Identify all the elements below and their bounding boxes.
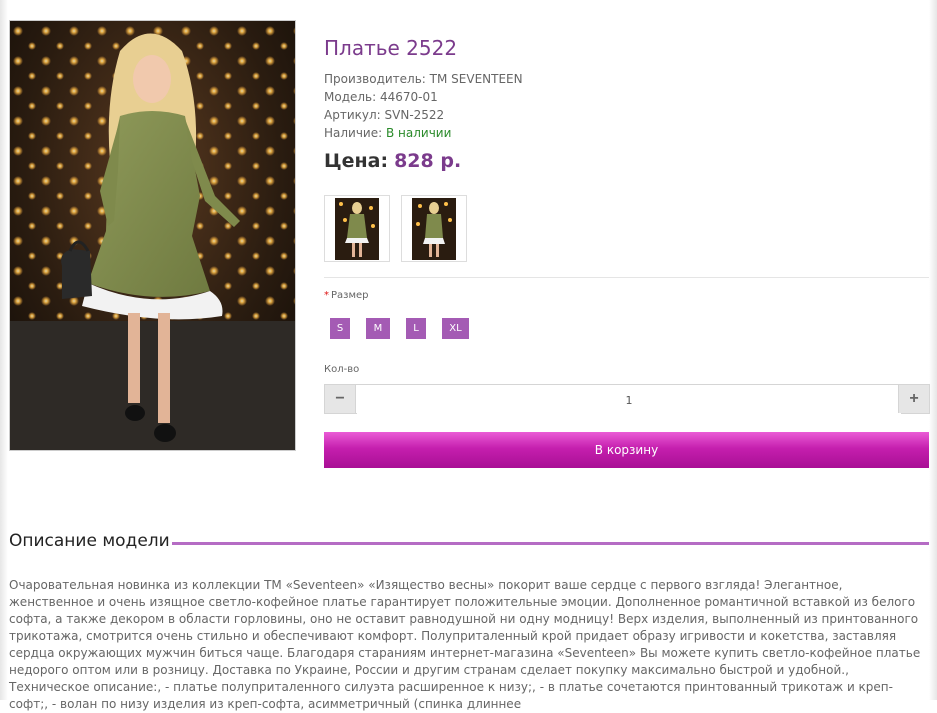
sku-row: Артикул: SVN-2522 xyxy=(324,108,444,122)
thumbnail-image-2 xyxy=(412,198,456,260)
manufacturer-row: Производитель: TM SEVENTEEN xyxy=(324,72,523,86)
availability-status: В наличии xyxy=(386,126,452,140)
model-row: Модель: 44670-01 xyxy=(324,90,438,104)
size-button-xl[interactable]: XL xyxy=(442,318,469,339)
product-title: Платье 2522 xyxy=(324,36,458,60)
price-label: Цена: xyxy=(324,150,389,172)
options-divider xyxy=(324,277,929,278)
manufacturer-label: Производитель: xyxy=(324,72,426,86)
quantity-plus-button[interactable]: + xyxy=(898,385,929,413)
add-to-cart-button[interactable]: В корзину xyxy=(324,432,929,468)
thumbnail-image-1 xyxy=(335,198,379,260)
page-right-shadow xyxy=(929,0,937,700)
availability-row: Наличие: В наличии xyxy=(324,126,451,140)
size-option-label: * Размер xyxy=(324,290,369,301)
quantity-minus-button[interactable]: − xyxy=(325,385,356,413)
quantity-stepper: − + xyxy=(324,384,930,415)
manufacturer-link[interactable]: TM SEVENTEEN xyxy=(430,72,523,86)
description-heading-rule xyxy=(172,542,929,545)
required-mark: * xyxy=(324,290,329,301)
size-button-s[interactable]: S xyxy=(330,318,350,339)
page-left-shadow xyxy=(0,0,8,700)
size-label-text: Размер xyxy=(331,290,369,301)
quantity-label: Кол-во xyxy=(324,364,360,375)
size-button-l[interactable]: L xyxy=(406,318,426,339)
sku-label: Артикул: xyxy=(324,108,381,122)
sku-value: SVN-2522 xyxy=(384,108,445,122)
price-value: 828 р. xyxy=(394,150,462,172)
product-thumbnail-1[interactable] xyxy=(324,195,390,262)
product-main-image[interactable] xyxy=(9,20,296,451)
availability-label: Наличие: xyxy=(324,126,383,140)
description-heading: Описание модели xyxy=(9,531,178,551)
description-text: Очаровательная новинка из коллекции ТМ «… xyxy=(9,578,921,711)
model-value: 44670-01 xyxy=(380,90,438,104)
product-photo-illustration xyxy=(10,21,295,450)
quantity-input[interactable] xyxy=(357,385,901,415)
price-row: Цена: 828 р. xyxy=(324,150,461,172)
size-button-m[interactable]: M xyxy=(366,318,390,339)
product-thumbnail-2[interactable] xyxy=(401,195,467,262)
model-label: Модель: xyxy=(324,90,377,104)
